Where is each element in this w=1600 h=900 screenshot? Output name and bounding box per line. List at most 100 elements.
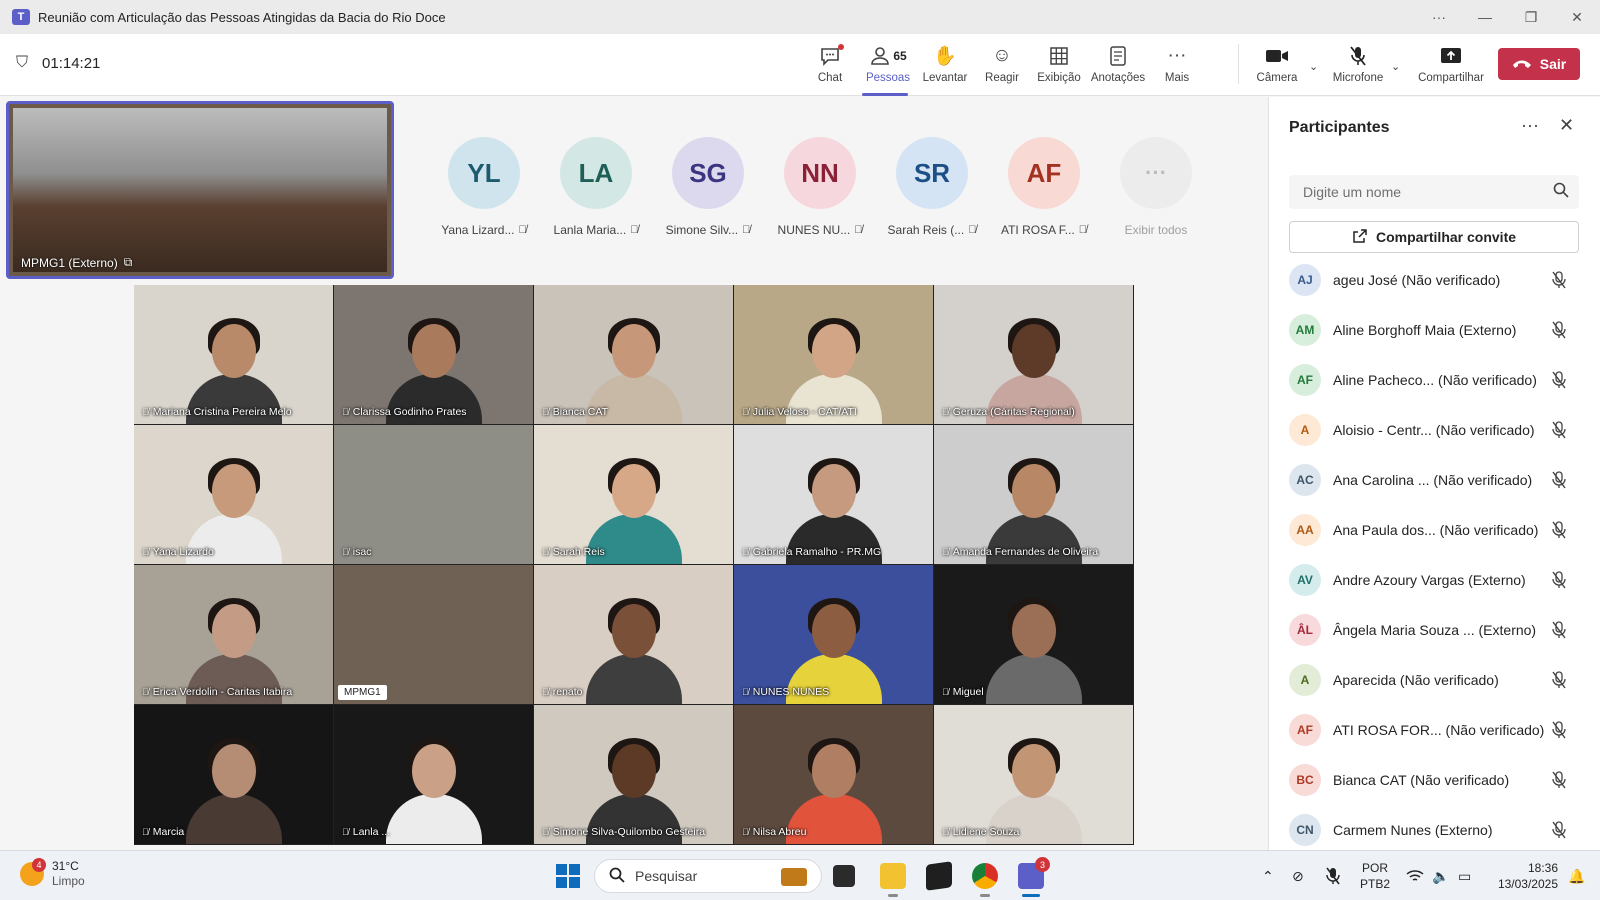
- video-tile[interactable]: 🎙̸ Mariana Cristina Pereira Melo: [134, 285, 333, 424]
- video-tile[interactable]: 🎙̸ Yana Lizardo: [134, 425, 333, 564]
- mic-muted-icon: 🎙̸: [742, 224, 751, 236]
- system-clock[interactable]: 18:36 13/03/2025: [1488, 860, 1558, 892]
- minimize-icon[interactable]: —: [1462, 0, 1508, 34]
- windows-start-icon[interactable]: [556, 864, 580, 888]
- participant-list-item[interactable]: AV Andre Azoury Vargas (Externo): [1269, 555, 1600, 605]
- notification-bell-icon[interactable]: 🔔: [1568, 851, 1585, 900]
- mic-muted-icon: [1551, 421, 1567, 442]
- participant-list-item[interactable]: A Aparecida (Não verificado): [1269, 655, 1600, 705]
- participant-name: Ângela Maria Souza ... (Externo): [1333, 622, 1537, 638]
- video-tile[interactable]: 🎙̸ Geruza (Cáritas Regional): [934, 285, 1133, 424]
- search-highlight-icon: [781, 868, 807, 886]
- participant-list-item[interactable]: AA Ana Paula dos... (Não verificado): [1269, 505, 1600, 555]
- microphone-button[interactable]: Microfone: [1328, 42, 1388, 92]
- participant-name: Aparecida (Não verificado): [1333, 672, 1499, 688]
- network-off-icon[interactable]: ⊘: [1292, 851, 1304, 900]
- restore-icon[interactable]: ❐: [1508, 0, 1554, 34]
- participant-list-item[interactable]: A Aloisio - Centr... (Não verificado): [1269, 405, 1600, 455]
- tile-participant-name: 🎙̸ Lidiene Souza: [942, 826, 1020, 838]
- tray-mic-off-icon[interactable]: [1326, 851, 1340, 900]
- video-tile[interactable]: 🎙̸ Amanda Fernandes de Oliveira: [934, 425, 1133, 564]
- show-all-participants[interactable]: ··· Exibir todos: [1100, 137, 1212, 237]
- video-tile[interactable]: 🎙̸ Gabriela Ramalho - PR.MG: [734, 425, 933, 564]
- avatar-tile[interactable]: SR Sarah Reis (... 🎙̸: [876, 137, 988, 237]
- video-tile[interactable]: 🎙̸ Sarah Reis: [534, 425, 733, 564]
- file-explorer-icon[interactable]: [880, 863, 906, 897]
- weather-widget[interactable]: 4 31°C Limpo: [20, 858, 85, 889]
- video-tile[interactable]: 🎙̸ isac: [334, 425, 533, 564]
- sticky-notes-icon[interactable]: [926, 861, 952, 891]
- participant-list-item[interactable]: AM Aline Borghoff Maia (Externo): [1269, 305, 1600, 355]
- react-button[interactable]: ☺ Reagir: [972, 42, 1032, 92]
- mic-muted-icon: 🎙̸: [142, 827, 149, 837]
- participant-list-item[interactable]: AJ ageu José (Não verificado): [1269, 255, 1600, 305]
- participant-list-item[interactable]: ÂL Ângela Maria Souza ... (Externo): [1269, 605, 1600, 655]
- battery-icon[interactable]: ▭: [1458, 851, 1471, 900]
- participant-list-item[interactable]: BC Bianca CAT (Não verificado): [1269, 755, 1600, 805]
- video-tile[interactable]: 🎙̸ Bianca CAT: [534, 285, 733, 424]
- video-tile[interactable]: 🎙̸ Simone Silva-Quilombo Gesteira: [534, 705, 733, 844]
- notes-button[interactable]: Anotações: [1088, 42, 1148, 92]
- taskbar-search[interactable]: Pesquisar: [594, 859, 822, 893]
- participant-search-input[interactable]: [1289, 175, 1579, 209]
- camera-button[interactable]: Câmera: [1247, 42, 1307, 92]
- video-tile[interactable]: 🎙̸ Miguel: [934, 565, 1133, 704]
- video-tile[interactable]: 🎙̸ NUNES NUNES: [734, 565, 933, 704]
- panel-title: Participantes: [1289, 119, 1390, 136]
- mic-muted-icon: [1551, 471, 1567, 492]
- participant-list-item[interactable]: CN Carmem Nunes (Externo): [1269, 805, 1600, 855]
- avatar-tile[interactable]: AF ATI ROSA F... 🎙̸: [988, 137, 1100, 237]
- share-link-icon: [1352, 228, 1368, 247]
- panel-more-icon[interactable]: ···: [1521, 115, 1539, 136]
- participant-list-item[interactable]: AC Ana Carolina ... (Não verificado): [1269, 455, 1600, 505]
- more-button[interactable]: ··· Mais: [1147, 42, 1207, 92]
- avatar-name: Sarah Reis (... 🎙̸: [887, 223, 977, 237]
- close-window-icon[interactable]: ✕: [1554, 0, 1600, 34]
- video-tile[interactable]: 🎙̸ renato: [534, 565, 733, 704]
- chrome-icon[interactable]: [972, 863, 998, 897]
- participant-name: Carmem Nunes (Externo): [1333, 822, 1493, 838]
- participant-name: Ana Paula dos... (Não verificado): [1333, 522, 1539, 538]
- window-more-icon[interactable]: ···: [1416, 0, 1462, 34]
- video-tile[interactable]: 🎙̸ Nilsa Abreu: [734, 705, 933, 844]
- wifi-icon[interactable]: [1406, 851, 1424, 900]
- avatar-name: Lanla Maria... 🎙̸: [553, 223, 639, 237]
- avatar-tile[interactable]: LA Lanla Maria... 🎙̸: [540, 137, 652, 237]
- participant-video: [585, 594, 682, 704]
- video-tile[interactable]: 🎙̸ Erica Verdolin - Caritas Itabira: [134, 565, 333, 704]
- windows-taskbar: 4 31°C Limpo Pesquisar 3 ⌃ ⊘ POR PTB2 🔈 …: [0, 850, 1600, 900]
- camera-options-chevron-icon[interactable]: ⌄: [1309, 60, 1318, 73]
- teams-taskbar-icon[interactable]: 3: [1018, 857, 1050, 897]
- participant-name: Aline Borghoff Maia (Externo): [1333, 322, 1517, 338]
- video-tile[interactable]: 🎙̸ Clarissa Godinho Prates: [334, 285, 533, 424]
- share-invite-button[interactable]: Compartilhar convite: [1289, 221, 1579, 253]
- mic-muted-icon: [1551, 521, 1567, 542]
- video-tile[interactable]: MPMG1: [334, 565, 533, 704]
- avatar-tile[interactable]: SG Simone Silv... 🎙̸: [652, 137, 764, 237]
- keyboard-language[interactable]: POR PTB2: [1360, 860, 1390, 892]
- view-button[interactable]: Exibição: [1029, 42, 1089, 92]
- pinned-video[interactable]: MPMG1 (Externo) ⧉: [6, 101, 394, 279]
- leave-button[interactable]: Sair: [1498, 48, 1580, 80]
- mic-muted-icon: [1551, 321, 1567, 342]
- video-tile[interactable]: 🎙̸ Lidiene Souza: [934, 705, 1133, 844]
- task-view-icon[interactable]: [833, 865, 855, 887]
- mic-options-chevron-icon[interactable]: ⌄: [1391, 60, 1400, 73]
- participant-list-item[interactable]: AF ATI ROSA FOR... (Não verificado): [1269, 705, 1600, 755]
- video-tile[interactable]: 🎙̸ Marcia: [134, 705, 333, 844]
- video-tile[interactable]: 🎙̸ Julia Veloso - CAT/ATI: [734, 285, 933, 424]
- avatar-tile[interactable]: NN NUNES NU... 🎙̸: [764, 137, 876, 237]
- people-button[interactable]: 65 Pessoas: [858, 42, 918, 96]
- participant-name: Aline Pacheco... (Não verificado): [1333, 372, 1537, 388]
- avatar-name: Yana Lizard... 🎙̸: [441, 223, 527, 237]
- video-tile[interactable]: 🎙̸ Lanla ...: [334, 705, 533, 844]
- participant-list-item[interactable]: AF Aline Pacheco... (Não verificado): [1269, 355, 1600, 405]
- avatar-tile[interactable]: YL Yana Lizard... 🎙̸: [428, 137, 540, 237]
- participant-video: [985, 594, 1082, 704]
- share-button[interactable]: Compartilhar: [1418, 42, 1484, 92]
- show-hidden-icons-chevron-icon[interactable]: ⌃: [1262, 851, 1274, 900]
- volume-icon[interactable]: 🔈: [1432, 851, 1449, 900]
- panel-close-icon[interactable]: ✕: [1559, 115, 1574, 136]
- chat-button[interactable]: Chat: [800, 42, 860, 92]
- raise-hand-button[interactable]: ✋ Levantar: [915, 42, 975, 92]
